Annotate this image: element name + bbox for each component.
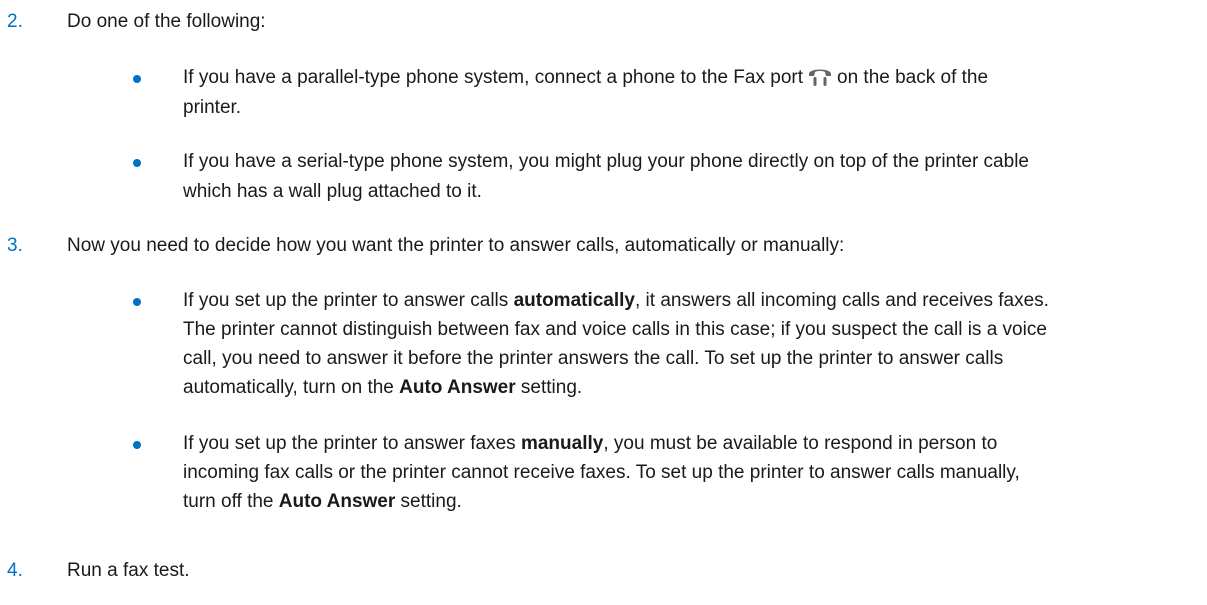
bullet-line: If you set up the printer to answer faxe… [183, 429, 1185, 458]
step-text: Do one of the following: [67, 11, 266, 32]
bullet-line: automatically, turn on the Auto Answer s… [183, 373, 1185, 402]
text-segment: setting. [515, 377, 583, 398]
bullet-line: turn off the Auto Answer setting. [183, 487, 1185, 516]
emphasis-text: automatically [513, 290, 635, 311]
text-segment: If you have a parallel-type phone system… [183, 67, 803, 88]
step-number: 4. [7, 560, 23, 581]
text-segment: If you set up the printer to answer call… [183, 290, 514, 311]
text-segment: on the back of the [837, 67, 989, 88]
bullet-dot [133, 159, 141, 167]
bullet-dot [133, 441, 141, 449]
bullet-line: If you have a serial-type phone system, … [183, 151, 1029, 172]
bullet-dot [133, 298, 141, 306]
bullet-line: printer. [183, 97, 242, 118]
text-segment: , it answers all incoming calls and rece… [635, 290, 1049, 311]
setting-name: Auto Answer [399, 377, 516, 398]
bullet-line: incoming fax calls or the printer cannot… [183, 462, 1020, 483]
bullet-line: call, you need to answer it before the p… [183, 348, 1004, 369]
bullet-text: If you set up the printer to answer call… [183, 286, 1185, 402]
bullet-text: If you have a parallel-type phone system… [183, 63, 1185, 123]
phone-handset-icon [809, 69, 831, 86]
bullet-line: which has a wall plug attached to it. [183, 181, 482, 202]
step-text: Run a fax test. [67, 560, 190, 581]
text-segment: automatically, turn on the [183, 377, 400, 398]
text-segment: setting. [395, 491, 462, 512]
bullet-text: If you set up the printer to answer faxe… [183, 429, 1185, 516]
emphasis-text: manually [520, 433, 604, 454]
bullet-line: If you have a parallel-type phone system… [183, 63, 1185, 93]
text-segment: , you must be available to respond in pe… [603, 433, 998, 454]
step-number: 2. [7, 11, 23, 32]
step-text: Now you need to decide how you want the … [67, 235, 845, 256]
setting-name: Auto Answer [278, 491, 396, 512]
step-number: 3. [7, 235, 23, 256]
bullet-line: The printer cannot distinguish between f… [183, 319, 1047, 340]
bullet-dot [133, 75, 141, 83]
bullet-line: If you set up the printer to answer call… [183, 286, 1185, 315]
text-segment: If you set up the printer to answer faxe… [183, 433, 521, 454]
text-segment: turn off the [183, 491, 279, 512]
bullet-text: If you have a serial-type phone system, … [183, 147, 1185, 207]
